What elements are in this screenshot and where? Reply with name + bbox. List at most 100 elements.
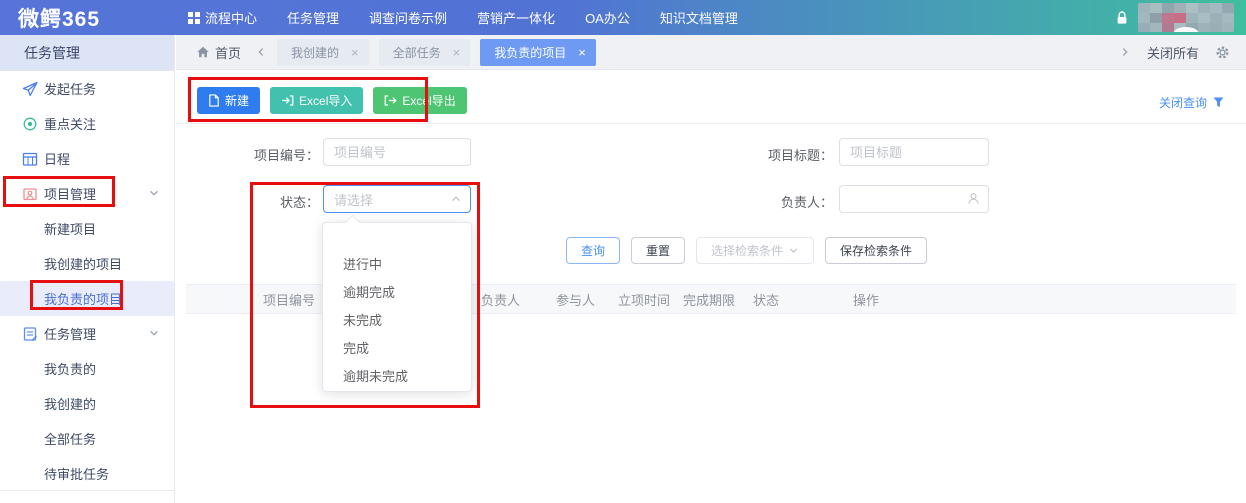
excel-export-button[interactable]: Excel导出 xyxy=(373,87,466,114)
sidebar-item-label: 我负责的 xyxy=(44,359,96,378)
close-query-label: 关闭查询 xyxy=(1159,94,1207,111)
table-header-actions: 操作 xyxy=(851,290,1236,309)
sidebar-item-key-focus[interactable]: 重点关注 xyxy=(0,106,174,141)
sidebar-item-new-project[interactable]: 新建项目 xyxy=(0,211,174,246)
select-condition-label: 选择检索条件 xyxy=(711,242,783,259)
top-menu-label: 知识文档管理 xyxy=(660,8,738,27)
chevron-left-icon[interactable] xyxy=(255,46,267,58)
status-option-in-progress[interactable]: 进行中 xyxy=(323,251,471,279)
topbar-user-area xyxy=(1114,3,1246,32)
sidebar-item-pending-approval-tasks[interactable]: 待审批任务 xyxy=(0,456,174,491)
sidebar-section-title: 任务管理 xyxy=(0,35,174,71)
toolbar: 新建 Excel导入 Excel导出 xyxy=(197,87,467,114)
chevron-down-icon xyxy=(148,187,160,199)
project-no-label: 项目编号： xyxy=(229,145,319,164)
sidebar-divider xyxy=(0,490,174,491)
target-icon xyxy=(22,116,38,132)
sidebar-item-label: 发起任务 xyxy=(44,79,96,98)
close-icon[interactable]: × xyxy=(453,46,461,59)
sidebar-item-label: 全部任务 xyxy=(44,429,96,448)
sidebar-item-schedule[interactable]: 日程 xyxy=(0,141,174,176)
query-button[interactable]: 查询 xyxy=(566,237,620,264)
top-menu-item-task-mgmt[interactable]: 任务管理 xyxy=(287,8,339,27)
owner-label: 负责人： xyxy=(743,192,833,211)
sidebar-item-my-responsible-projects[interactable]: 我负责的项目 xyxy=(0,281,174,316)
home-icon xyxy=(196,45,210,59)
status-label: 状态： xyxy=(229,192,319,211)
top-menu-item-survey-demo[interactable]: 调查问卷示例 xyxy=(369,8,447,27)
chevron-up-icon xyxy=(450,193,462,205)
project-no-input[interactable] xyxy=(323,138,471,166)
excel-import-label: Excel导入 xyxy=(299,92,352,109)
sidebar-item-my-created-tasks[interactable]: 我创建的 xyxy=(0,386,174,421)
tab-all-tasks[interactable]: 全部任务 × xyxy=(379,39,471,66)
top-menu-label: 调查问卷示例 xyxy=(369,8,447,27)
status-select[interactable]: 请选择 xyxy=(323,185,471,213)
status-option-empty[interactable] xyxy=(323,223,471,251)
filter-icon xyxy=(1213,97,1224,108)
search-actions: 查询 重置 选择检索条件 保存检索条件 xyxy=(566,237,927,264)
chevron-right-icon[interactable] xyxy=(1119,46,1131,58)
project-icon xyxy=(22,186,38,202)
project-title-input[interactable] xyxy=(839,138,989,166)
top-menu-item-oa[interactable]: OA办公 xyxy=(585,8,630,27)
top-menu: 流程中心 任务管理 调查问卷示例 营销产一体化 OA办公 知识文档管理 xyxy=(188,8,738,27)
top-menu-label: OA办公 xyxy=(585,8,630,27)
new-button[interactable]: 新建 xyxy=(197,87,260,114)
sidebar-item-label: 新建项目 xyxy=(44,219,96,238)
reset-button[interactable]: 重置 xyxy=(631,237,685,264)
close-all-tabs-button[interactable]: 关闭所有 xyxy=(1147,43,1199,62)
close-query-link[interactable]: 关闭查询 xyxy=(1159,94,1224,111)
sidebar-item-start-task[interactable]: 发起任务 xyxy=(0,71,174,106)
status-select-value: 请选择 xyxy=(334,190,373,209)
table-header-status: 状态 xyxy=(751,290,851,309)
close-icon[interactable]: × xyxy=(351,46,359,59)
top-menu-item-marketing[interactable]: 营销产一体化 xyxy=(477,8,555,27)
person-icon xyxy=(966,191,981,206)
new-button-label: 新建 xyxy=(225,92,249,109)
tab-home[interactable]: 首页 xyxy=(196,43,241,62)
chevron-down-icon xyxy=(788,245,799,256)
task-board-icon xyxy=(22,326,38,342)
top-menu-item-knowledge-docs[interactable]: 知识文档管理 xyxy=(660,8,738,27)
top-menu-item-process-center[interactable]: 流程中心 xyxy=(188,8,257,27)
status-option-overdue-done[interactable]: 逾期完成 xyxy=(323,279,471,307)
table-header-participants: 参与人 xyxy=(554,290,616,309)
sidebar-item-label: 待审批任务 xyxy=(44,464,109,483)
tab-my-created[interactable]: 我创建的 × xyxy=(277,39,369,66)
save-condition-button[interactable]: 保存检索条件 xyxy=(825,237,927,264)
status-option-not-done[interactable]: 未完成 xyxy=(323,307,471,335)
toolbar-divider xyxy=(176,123,1246,124)
sidebar-group-project-mgmt[interactable]: 项目管理 xyxy=(0,176,174,211)
status-option-overdue-not-done[interactable]: 逾期未完成 xyxy=(323,363,471,391)
sidebar-group-task-mgmt[interactable]: 任务管理 xyxy=(0,316,174,351)
sidebar-item-my-created-projects[interactable]: 我创建的项目 xyxy=(0,246,174,281)
tab-my-responsible-projects[interactable]: 我负责的项目 × xyxy=(480,39,596,66)
select-condition-button[interactable]: 选择检索条件 xyxy=(696,237,814,264)
query-button-label: 查询 xyxy=(581,242,605,259)
censored-username[interactable] xyxy=(1138,3,1234,32)
close-icon[interactable]: × xyxy=(578,46,586,59)
project-title-label: 项目标题： xyxy=(743,145,833,164)
tab-home-label: 首页 xyxy=(215,43,241,62)
document-icon xyxy=(208,94,220,107)
status-option-done[interactable]: 完成 xyxy=(323,335,471,363)
excel-export-label: Excel导出 xyxy=(402,92,455,109)
tab-label: 全部任务 xyxy=(393,44,441,61)
sidebar-item-my-responsible-tasks[interactable]: 我负责的 xyxy=(0,351,174,386)
sidebar-item-label: 我创建的 xyxy=(44,394,96,413)
sidebar-item-label: 我负责的项目 xyxy=(44,289,122,308)
tab-bar: 首页 我创建的 × 全部任务 × 我负责的项目 × 关闭所有 xyxy=(176,35,1246,70)
sidebar: 任务管理 发起任务 重点关注 日程 项目管理 新建项目 我创建的项目 我负责的项… xyxy=(0,35,175,503)
paper-plane-icon xyxy=(22,81,38,97)
gear-icon[interactable] xyxy=(1215,45,1230,60)
sidebar-item-label: 重点关注 xyxy=(44,114,96,133)
table-header-start-date: 立项时间 xyxy=(616,290,681,309)
excel-import-button[interactable]: Excel导入 xyxy=(270,87,363,114)
chevron-down-icon xyxy=(148,327,160,339)
top-menu-label: 任务管理 xyxy=(287,8,339,27)
sidebar-item-all-tasks[interactable]: 全部任务 xyxy=(0,421,174,456)
top-menu-label: 流程中心 xyxy=(205,8,257,27)
tab-label: 我负责的项目 xyxy=(494,44,566,61)
lock-icon[interactable] xyxy=(1114,10,1130,26)
